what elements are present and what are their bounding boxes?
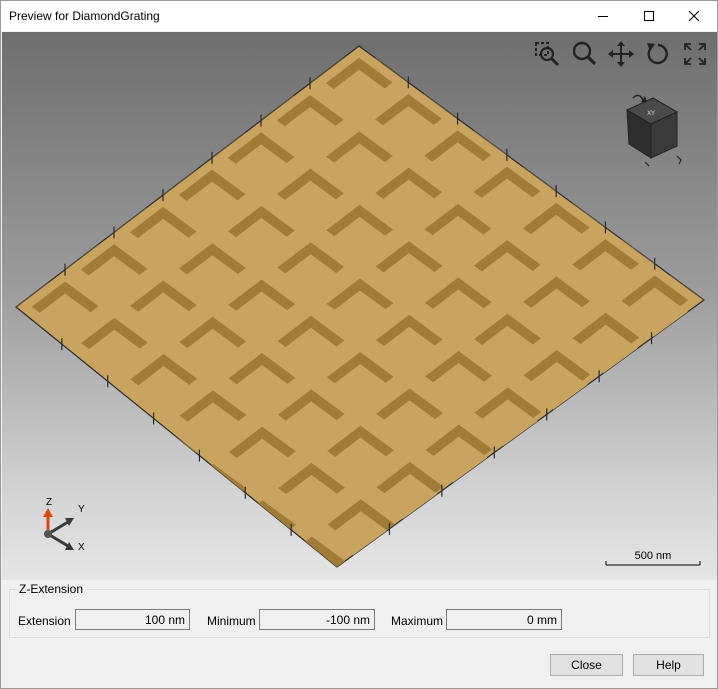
minimum-field[interactable]: -100 nm <box>259 609 375 630</box>
grating-well-floor <box>16 330 50 381</box>
grating-well <box>621 201 688 252</box>
pan-icon[interactable] <box>607 40 635 68</box>
grating-well <box>227 58 295 109</box>
grating-well-floor <box>523 435 591 486</box>
axis-x-label: X <box>78 542 85 553</box>
grating-well <box>523 423 591 474</box>
axis-z-label: Z <box>46 497 52 508</box>
extension-label: Extension <box>18 614 71 628</box>
minimize-button[interactable] <box>580 1 626 31</box>
scale-bar: 500 nm <box>605 550 701 566</box>
3d-viewport[interactable]: XY Z Y X 500 nm <box>2 32 717 580</box>
svg-text:XY: XY <box>647 110 655 117</box>
grating-well-floor <box>474 472 542 523</box>
maximum-field[interactable]: 0 mm <box>446 609 562 630</box>
grating-well <box>328 573 395 580</box>
grating-well <box>425 498 493 549</box>
orientation-cube-icon[interactable]: XY <box>607 90 697 180</box>
grating-well-floor <box>376 547 444 567</box>
axis-triad: Z Y X <box>43 497 85 553</box>
z-extension-group: Z-Extension Extension 100 nm Minimum -10… <box>9 582 710 638</box>
grating-well <box>522 129 590 180</box>
rotate-icon[interactable] <box>644 40 672 68</box>
grating-well <box>31 207 99 258</box>
close-window-button[interactable] <box>671 1 717 31</box>
close-icon <box>688 10 700 22</box>
maximize-button[interactable] <box>626 1 672 31</box>
close-button[interactable]: Close <box>550 654 623 676</box>
maximize-icon <box>644 11 654 21</box>
grating-well-floor <box>621 361 689 412</box>
grating-well-floor <box>32 367 99 418</box>
grating-well <box>572 386 640 437</box>
fit-view-icon[interactable] <box>681 40 709 68</box>
zoom-icon[interactable] <box>570 40 598 68</box>
grating-well <box>80 170 148 221</box>
title-bar[interactable]: Preview for DiamondGrating <box>1 1 717 31</box>
minimize-icon <box>598 16 608 17</box>
help-button[interactable]: Help <box>633 654 704 676</box>
grating-well <box>424 56 491 107</box>
z-extension-legend: Z-Extension <box>16 582 87 596</box>
grating-well <box>129 133 197 184</box>
preview-window: Preview for DiamondGrating XY Z Y X 500 … <box>0 0 718 689</box>
grating-well <box>376 535 444 567</box>
zoom-region-icon[interactable] <box>533 40 561 68</box>
extension-field[interactable]: 100 nm <box>75 609 190 630</box>
grating-well-floor <box>325 46 393 47</box>
scale-bar-line <box>605 561 701 566</box>
grating-well-floor <box>670 323 704 374</box>
grating-well-floor <box>130 439 198 490</box>
grating-well <box>473 93 541 144</box>
grating-well-floor <box>81 403 149 454</box>
grating-well-floor <box>425 510 493 561</box>
grating-well <box>621 349 689 400</box>
window-title: Preview for DiamondGrating <box>9 9 160 23</box>
minimum-label: Minimum <box>207 614 256 628</box>
axis-y-label: Y <box>78 504 85 515</box>
grating-well <box>474 460 542 511</box>
grating-well <box>178 96 246 147</box>
grating-well-floor <box>572 398 640 449</box>
grating-well <box>325 32 392 34</box>
maximum-label: Maximum <box>391 614 444 628</box>
